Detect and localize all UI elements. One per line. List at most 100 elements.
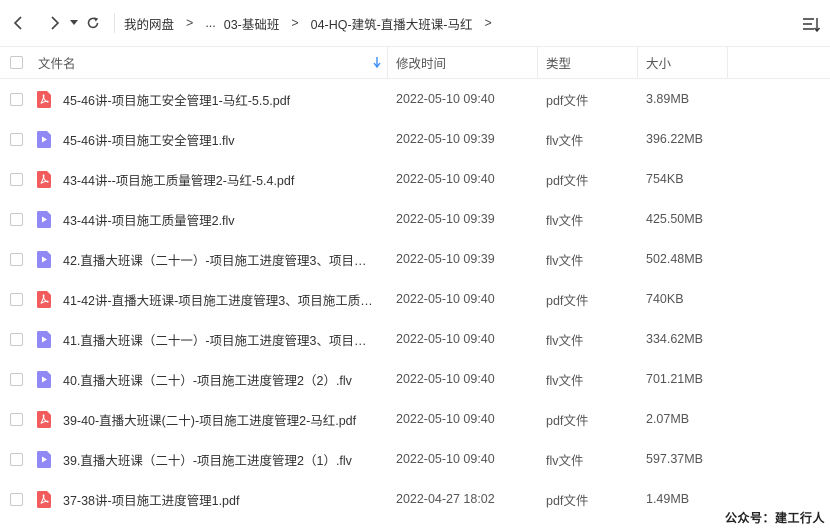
row-checkbox-cell (0, 372, 32, 386)
file-name[interactable]: 41.直播大班课（二十一）-项目施工进度管理3、项目施... (63, 330, 373, 349)
row-checkbox-cell (0, 332, 32, 346)
file-row[interactable]: 41.直播大班课（二十一）-项目施工进度管理3、项目施... 2022-05-1… (0, 319, 830, 359)
file-row[interactable]: 39.直播大班课（二十）-项目施工进度管理2（1）.flv 2022-05-10… (0, 439, 830, 479)
file-row[interactable]: 37-38讲-项目施工进度管理1.pdf 2022-04-27 18:02 pd… (0, 479, 830, 519)
row-checkbox[interactable] (9, 332, 23, 346)
row-checkbox[interactable] (9, 492, 23, 506)
breadcrumb-item-folder[interactable]: 03-基础班 (224, 14, 280, 33)
pdf-icon (37, 290, 51, 308)
video-file-icon (37, 370, 51, 388)
row-checkbox[interactable] (9, 372, 23, 386)
watermark-text: 公众号：建工行人 (721, 508, 828, 527)
file-row[interactable]: 45-46讲-项目施工安全管理1-马红-5.5.pdf 2022-05-10 0… (0, 79, 830, 119)
file-modified: 2022-05-10 09:39 (396, 212, 495, 226)
video-file-icon (37, 210, 51, 228)
row-checkbox[interactable] (9, 252, 23, 266)
history-dropdown-button[interactable] (68, 12, 80, 34)
file-modified: 2022-05-10 09:40 (396, 412, 495, 426)
file-name[interactable]: 39.直播大班课（二十）-项目施工进度管理2（1）.flv (63, 450, 373, 469)
row-checkbox[interactable] (9, 172, 23, 186)
column-header-type[interactable]: 类型 (538, 47, 638, 78)
toolbar: 我的网盘 > ... 03-基础班 > 04-HQ-建筑-直播大班课-马红 > (0, 0, 830, 46)
column-size-label: 大小 (646, 57, 672, 71)
sort-options-icon[interactable] (802, 17, 820, 33)
file-name[interactable]: 43-44讲--项目施工质量管理2-马红-5.4.pdf (63, 170, 373, 189)
file-type: flv文件 (546, 373, 584, 388)
file-type: pdf文件 (546, 413, 589, 428)
file-name-cell[interactable]: 40.直播大班课（二十）-项目施工进度管理2（2）.flv (32, 370, 388, 389)
column-header-filler (728, 47, 830, 78)
row-checkbox-cell (0, 172, 32, 186)
file-row[interactable]: 42.直播大班课（二十一）-项目施工进度管理3、项目施... 2022-05-1… (0, 239, 830, 279)
file-modified: 2022-05-10 09:39 (396, 132, 495, 146)
file-name[interactable]: 39-40-直播大班课(二十)-项目施工进度管理2-马红.pdf (63, 410, 373, 429)
file-type: flv文件 (546, 253, 584, 268)
file-size: 425.50MB (646, 212, 703, 226)
caret-down-icon (70, 20, 78, 25)
file-size: 334.62MB (646, 332, 703, 346)
column-header-size[interactable]: 大小 (638, 47, 728, 78)
file-name[interactable]: 45-46讲-项目施工安全管理1-马红-5.5.pdf (63, 90, 373, 109)
file-name[interactable]: 45-46讲-项目施工安全管理1.flv (63, 130, 373, 149)
column-name-label: 文件名 (38, 57, 76, 71)
file-name-cell[interactable]: 43-44讲--项目施工质量管理2-马红-5.4.pdf (32, 170, 388, 189)
file-name[interactable]: 40.直播大班课（二十）-项目施工进度管理2（2）.flv (63, 370, 373, 389)
row-checkbox-cell (0, 92, 32, 106)
file-name-cell[interactable]: 43-44讲-项目施工质量管理2.flv (32, 210, 388, 229)
file-name[interactable]: 42.直播大班课（二十一）-项目施工进度管理3、项目施... (63, 250, 373, 269)
select-all-checkbox[interactable] (9, 56, 23, 69)
file-name-cell[interactable]: 41-42讲-直播大班课-项目施工进度管理3、项目施工质量... (32, 290, 388, 309)
forward-button[interactable] (44, 12, 66, 34)
row-checkbox-cell (0, 132, 32, 146)
file-modified: 2022-05-10 09:40 (396, 372, 495, 386)
row-checkbox-cell (0, 412, 32, 426)
file-row[interactable]: 40.直播大班课（二十）-项目施工进度管理2（2）.flv 2022-05-10… (0, 359, 830, 399)
file-size: 701.21MB (646, 372, 703, 386)
file-row[interactable]: 43-44讲-项目施工质量管理2.flv 2022-05-10 09:39 fl… (0, 199, 830, 239)
file-size: 597.37MB (646, 452, 703, 466)
row-checkbox-cell (0, 252, 32, 266)
row-checkbox[interactable] (9, 92, 23, 106)
file-name-cell[interactable]: 39.直播大班课（二十）-项目施工进度管理2（1）.flv (32, 450, 388, 469)
file-name-cell[interactable]: 42.直播大班课（二十一）-项目施工进度管理3、项目施... (32, 250, 388, 269)
file-name-cell[interactable]: 45-46讲-项目施工安全管理1.flv (32, 130, 388, 149)
row-checkbox[interactable] (9, 452, 23, 466)
refresh-button[interactable] (82, 12, 104, 34)
file-row[interactable]: 43-44讲--项目施工质量管理2-马红-5.4.pdf 2022-05-10 … (0, 159, 830, 199)
select-all-cell (0, 47, 32, 78)
row-checkbox[interactable] (9, 132, 23, 146)
file-type: pdf文件 (546, 93, 589, 108)
file-size: 396.22MB (646, 132, 703, 146)
file-row[interactable]: 41-42讲-直播大班课-项目施工进度管理3、项目施工质量... 2022-05… (0, 279, 830, 319)
chevron-left-icon (13, 16, 22, 30)
row-checkbox[interactable] (9, 292, 23, 306)
file-name[interactable]: 41-42讲-直播大班课-项目施工进度管理3、项目施工质量... (63, 290, 373, 309)
chevron-right-icon (51, 16, 60, 30)
file-type: pdf文件 (546, 493, 589, 508)
row-checkbox[interactable] (9, 412, 23, 426)
pdf-icon (37, 410, 51, 428)
video-file-icon (37, 450, 51, 468)
column-header: 文件名 修改时间 类型 大小 (0, 46, 830, 79)
file-name-cell[interactable]: 39-40-直播大班课(二十)-项目施工进度管理2-马红.pdf (32, 410, 388, 429)
breadcrumb-item-root[interactable]: 我的网盘 (124, 14, 174, 33)
column-header-modified[interactable]: 修改时间 (388, 47, 538, 78)
file-name-cell[interactable]: 37-38讲-项目施工进度管理1.pdf (32, 490, 388, 509)
file-name[interactable]: 37-38讲-项目施工进度管理1.pdf (63, 490, 373, 509)
file-row[interactable]: 39-40-直播大班课(二十)-项目施工进度管理2-马红.pdf 2022-05… (0, 399, 830, 439)
row-checkbox[interactable] (9, 212, 23, 226)
file-name-cell[interactable]: 45-46讲-项目施工安全管理1-马红-5.5.pdf (32, 90, 388, 109)
column-header-name[interactable]: 文件名 (32, 47, 388, 78)
breadcrumb-item-ellipsis[interactable]: ... (205, 16, 215, 30)
file-row[interactable]: 45-46讲-项目施工安全管理1.flv 2022-05-10 09:39 fl… (0, 119, 830, 159)
breadcrumb-item-current[interactable]: 04-HQ-建筑-直播大班课-马红 (311, 14, 473, 33)
file-name[interactable]: 43-44讲-项目施工质量管理2.flv (63, 210, 373, 229)
file-modified: 2022-05-10 09:40 (396, 172, 495, 186)
pdf-icon (37, 170, 51, 188)
pdf-icon (37, 490, 51, 508)
file-name-cell[interactable]: 41.直播大班课（二十一）-项目施工进度管理3、项目施... (32, 330, 388, 349)
back-button[interactable] (7, 12, 29, 34)
breadcrumb-separator: > (291, 16, 299, 30)
video-file-icon (37, 330, 51, 348)
file-size: 3.89MB (646, 92, 690, 106)
